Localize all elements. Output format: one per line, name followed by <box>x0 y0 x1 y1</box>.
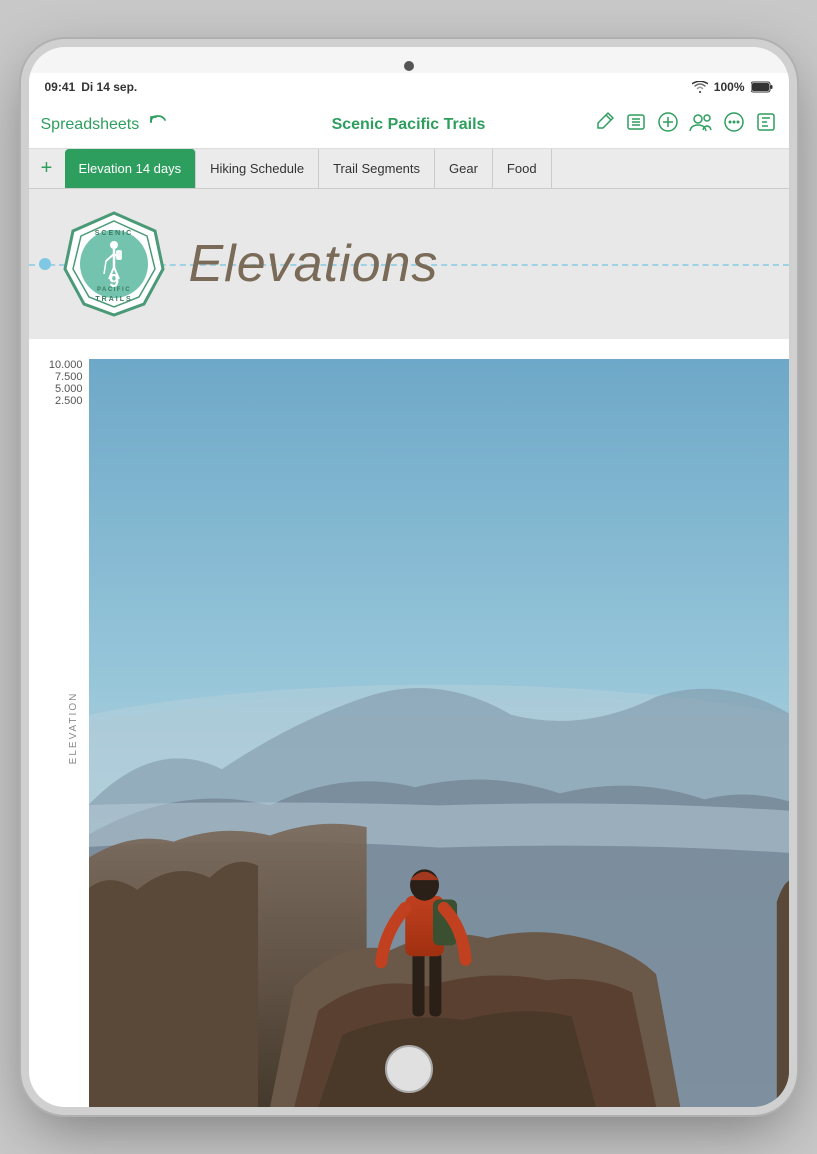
tab-trail-segments[interactable]: Trail Segments <box>319 149 435 189</box>
toolbar-center: Scenic Pacific Trails <box>289 116 529 134</box>
tab-elevation-label: Elevation 14 days <box>79 161 182 176</box>
battery-percent: 100% <box>714 80 745 94</box>
time: 09:41 <box>45 80 76 94</box>
logo-badge: SCENIC PACIFIC TRAILS 9 <box>59 209 169 319</box>
mountain-photo <box>89 359 789 1107</box>
tab-food[interactable]: Food <box>493 149 552 189</box>
dashed-dot-decoration <box>39 258 51 270</box>
tab-elevation[interactable]: Elevation 14 days <box>65 149 197 189</box>
tabs-bar: + Elevation 14 days Hiking Schedule Trai… <box>29 149 789 189</box>
toolbar-right <box>537 111 777 139</box>
format-icon[interactable] <box>755 111 777 139</box>
tab-food-label: Food <box>507 161 537 176</box>
wifi-icon <box>692 81 708 93</box>
tab-hiking-label: Hiking Schedule <box>210 161 304 176</box>
back-button[interactable]: Spreadsheets <box>41 116 140 134</box>
y-axis-labels: 10.000 7.500 5.000 2.500 <box>29 349 89 417</box>
collaborate-icon[interactable] <box>689 111 713 139</box>
status-bar: 09:41 Di 14 sep. 100% <box>29 73 789 101</box>
chart-inner <box>89 349 789 1107</box>
list-icon[interactable] <box>625 111 647 139</box>
battery-icon <box>751 81 773 93</box>
svg-text:SCENIC: SCENIC <box>94 230 132 237</box>
more-icon[interactable] <box>723 111 745 139</box>
undo-button[interactable] <box>147 111 169 139</box>
chart-area: ELEVATION 10.000 7.500 5.000 2.500 <box>29 339 789 1107</box>
mountain-ridges-svg <box>89 359 789 1107</box>
home-button[interactable] <box>385 1045 433 1093</box>
y-label-2500: 2.500 <box>29 395 89 407</box>
document-title: Scenic Pacific Trails <box>332 116 486 133</box>
share-icon[interactable] <box>593 111 615 139</box>
y-label-5000: 5.000 <box>29 383 89 395</box>
status-right: 100% <box>692 80 773 94</box>
date: Di 14 sep. <box>81 80 137 94</box>
plus-icon[interactable] <box>657 111 679 139</box>
tab-trail-label: Trail Segments <box>333 161 420 176</box>
y-axis-title: ELEVATION <box>67 692 78 765</box>
camera <box>404 61 414 71</box>
svg-text:9: 9 <box>108 271 118 291</box>
tab-gear-label: Gear <box>449 161 478 176</box>
sheet-header: SCENIC PACIFIC TRAILS 9 Elevations <box>29 189 789 339</box>
svg-text:TRAILS: TRAILS <box>95 296 132 303</box>
sheet-title: Elevations <box>189 234 439 294</box>
add-sheet-button[interactable]: + <box>29 151 65 187</box>
tab-gear[interactable]: Gear <box>435 149 493 189</box>
ipad-device: 09:41 Di 14 sep. 100% Spreadsheets <box>29 47 789 1107</box>
sheet-content: SCENIC PACIFIC TRAILS 9 Elevations ELEVA… <box>29 189 789 1107</box>
y-label-10000: 10.000 <box>29 359 89 371</box>
tab-hiking[interactable]: Hiking Schedule <box>196 149 319 189</box>
status-left: 09:41 Di 14 sep. <box>45 80 138 94</box>
y-label-7500: 7.500 <box>29 371 89 383</box>
toolbar: Spreadsheets Scenic Pacific Trails <box>29 101 789 149</box>
toolbar-left: Spreadsheets <box>41 111 281 139</box>
